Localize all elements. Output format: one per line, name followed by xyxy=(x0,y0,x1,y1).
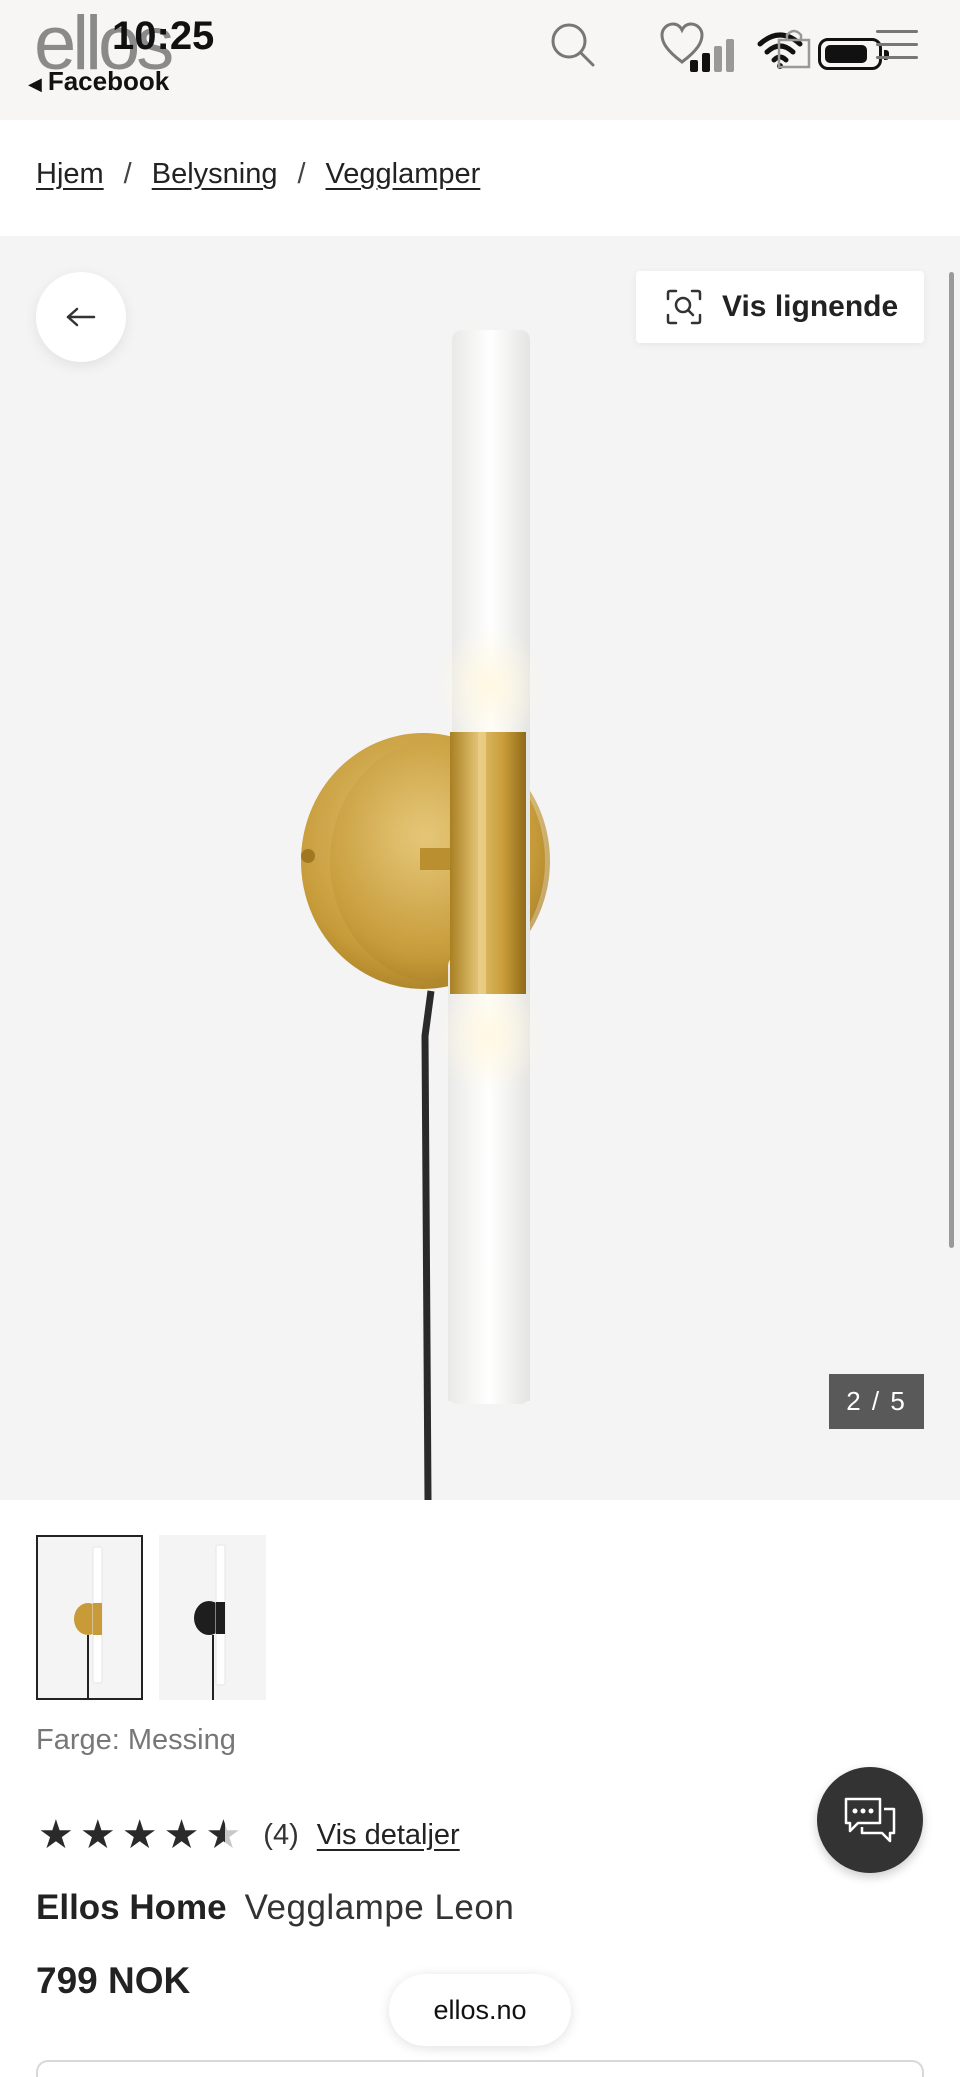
browser-url-pill[interactable]: ellos.no xyxy=(389,1974,571,2046)
hamburger-menu-icon[interactable] xyxy=(876,30,918,69)
back-to-app-link[interactable]: ◀ Facebook xyxy=(28,66,169,97)
star-full-icon: ★ xyxy=(163,1813,200,1857)
image-counter-badge: 2 / 5 xyxy=(829,1374,924,1429)
back-app-label: Facebook xyxy=(47,66,170,96)
breadcrumb-lighting[interactable]: Belysning xyxy=(152,158,278,191)
thumbnail-black[interactable] xyxy=(159,1535,266,1700)
next-section-card xyxy=(36,2060,924,2077)
cell-signal-icon xyxy=(690,38,742,72)
product-name: Vegglampe Leon xyxy=(244,1888,515,1927)
thumbnail-black-image xyxy=(194,1544,226,1700)
shopping-bag-icon[interactable] xyxy=(776,26,812,70)
thumbnail-brass[interactable] xyxy=(36,1535,143,1700)
back-triangle-icon: ◀ xyxy=(28,74,42,94)
review-count: (4) xyxy=(263,1818,299,1851)
back-button[interactable] xyxy=(36,272,126,362)
star-full-icon: ★ xyxy=(79,1813,116,1857)
chat-button[interactable] xyxy=(817,1767,923,1873)
gallery-scrollbar[interactable] xyxy=(949,272,954,1248)
view-details-link[interactable]: Vis detaljer xyxy=(317,1819,460,1852)
show-similar-button[interactable]: Vis lignende xyxy=(636,271,924,343)
thumbnail-brass-image xyxy=(74,1546,103,1698)
rating-stars: ★ ★ ★ ★ ★ xyxy=(38,1815,241,1855)
site-header: ellos 10:25 ◀ Facebook xyxy=(0,0,960,120)
star-full-icon: ★ xyxy=(38,1813,74,1857)
color-label: Farge: Messing xyxy=(36,1724,236,1756)
product-rating: ★ ★ ★ ★ ★ (4) Vis detaljer xyxy=(38,1815,460,1855)
star-full-icon: ★ xyxy=(121,1813,158,1857)
thumbnail-strip xyxy=(36,1535,266,1700)
battery-icon xyxy=(818,38,889,70)
breadcrumb-separator: / xyxy=(123,158,132,190)
product-price: 799 NOK xyxy=(36,1960,191,2001)
arrow-left-icon xyxy=(66,307,96,327)
product-image-gallery[interactable]: Vis lignende 2 / 5 xyxy=(0,236,960,1500)
breadcrumb-separator: / xyxy=(297,158,306,190)
show-similar-label: Vis lignende xyxy=(722,290,899,323)
product-title: Ellos Home Vegglampe Leon xyxy=(36,1888,514,1928)
breadcrumb-home[interactable]: Hjem xyxy=(36,158,104,191)
star-half-icon: ★ xyxy=(205,1813,242,1857)
visual-search-icon xyxy=(666,289,702,325)
breadcrumb-wall-lamps[interactable]: Vegglamper xyxy=(326,158,481,191)
chat-bubbles-icon xyxy=(844,1797,896,1843)
product-image-wall-lamp xyxy=(301,330,550,1500)
product-brand[interactable]: Ellos Home xyxy=(36,1888,227,1928)
breadcrumb: Hjem / Belysning / Vegglamper xyxy=(36,158,480,191)
search-icon[interactable] xyxy=(550,22,596,68)
status-time: 10:25 xyxy=(112,14,215,58)
